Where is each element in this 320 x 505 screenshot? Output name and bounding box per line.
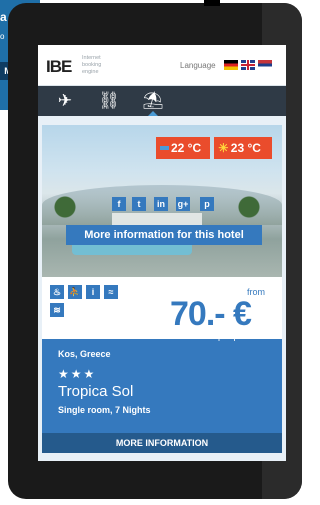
lock-icon: ⛓ [98,91,120,110]
tablet-screen: IBE Internet booking engine Language ✈ ⛓… [38,45,286,461]
google-plus-icon[interactable]: g+ [176,197,190,211]
hotel-stars: ★★★ [58,367,97,381]
logo[interactable]: IBE [46,57,72,77]
hotel-card: 22 °C ☀ 23 °C f t in g+ p More informatio… [42,125,282,453]
twitter-icon[interactable]: t [132,197,146,211]
header-bar: IBE Internet booking engine Language [38,45,286,86]
per-person-label: per person [218,331,262,341]
hotel-info-panel: Kos, Greece ★★★ Tropica Sol Single room,… [42,339,282,433]
temperature-low-badge: 22 °C [156,137,210,159]
flag-uk-icon[interactable] [241,60,255,70]
tablet-frame: IBE Internet booking engine Language ✈ ⛓… [8,0,302,499]
logo-line: Internet [82,55,101,61]
flag-de-icon[interactable] [224,60,238,70]
logo-line: engine [82,69,99,75]
temperature-high: 23 °C [230,141,261,155]
nav-flights[interactable]: ✈ [44,86,86,116]
cold-icon [160,145,169,150]
temperature-high-badge: ☀ 23 °C [214,137,272,159]
logo-line: booking [82,62,102,68]
beach-icon: ⛱ [142,91,164,110]
spa-icon: ♨ [50,285,64,299]
main-nav: ✈ ⛓ ⛱ [38,86,286,116]
info-icon[interactable]: i [86,285,100,299]
pinterest-icon[interactable]: p [200,197,214,211]
hotel-photo: 22 °C ☀ 23 °C f t in g+ p More informatio… [42,125,282,277]
temperature-low: 22 °C [171,141,202,155]
hotel-location: Kos, Greece [58,349,111,359]
price: 70.- € [170,295,252,333]
sports-icon: ⛹ [68,285,82,299]
logo-subtitle: Internet booking engine [82,55,101,76]
facebook-icon[interactable]: f [112,197,126,211]
beach-amenity-icon: ≋ [50,303,64,317]
background-text-small: o [0,32,5,41]
pool-icon: ≈ [104,285,118,299]
hotel-name[interactable]: Tropica Sol [58,383,133,400]
linkedin-icon[interactable]: in [154,197,168,211]
nav-lock[interactable]: ⛓ [88,86,130,116]
room-details: Single room, 7 Nights [58,405,151,415]
nav-beach[interactable]: ⛱ [132,86,174,116]
more-info-hotel-button[interactable]: More information for this hotel [66,225,262,245]
more-information-button[interactable]: MORE INFORMATION [42,433,282,453]
airplane-icon: ✈ [57,91,73,110]
sun-icon: ☀ [218,141,229,155]
background-text: a [0,10,7,24]
flag-rs-icon[interactable] [258,60,272,70]
language-label: Language [180,61,216,70]
